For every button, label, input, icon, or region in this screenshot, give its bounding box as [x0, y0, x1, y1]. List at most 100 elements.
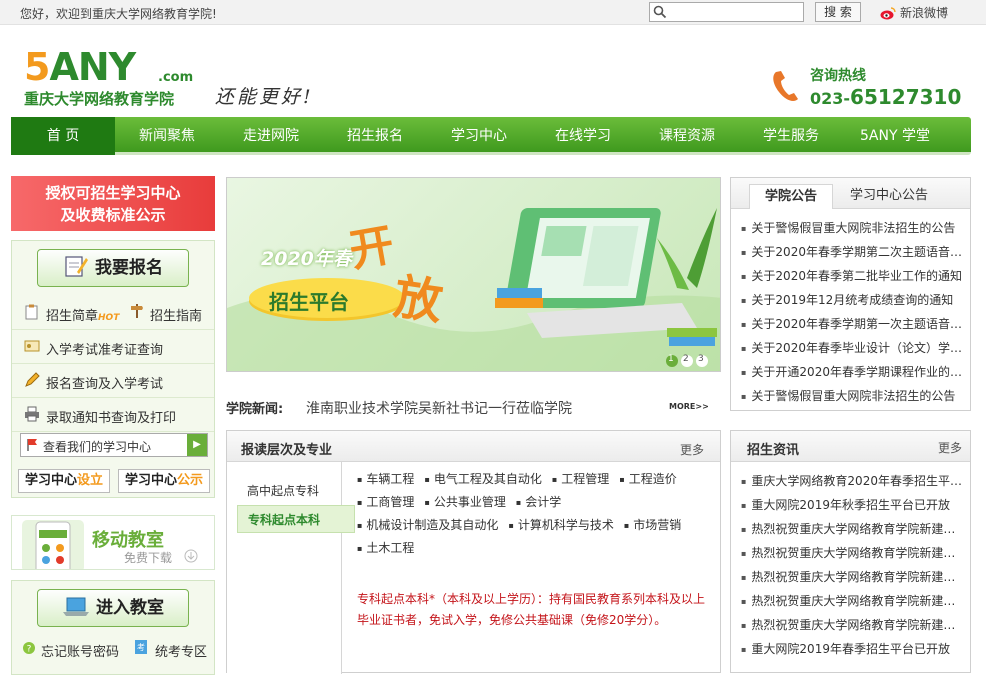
- authorized-centers-banner[interactable]: 授权可招生学习中心 及收费标准公示: [11, 176, 215, 231]
- center-public-b: 公示: [177, 473, 204, 488]
- banner-page-2[interactable]: 2: [683, 354, 689, 364]
- brochure-link[interactable]: 招生简章HOT: [46, 305, 119, 324]
- major-item[interactable]: 工程造价: [619, 472, 676, 486]
- signup-button[interactable]: 我要报名: [37, 249, 189, 287]
- banner-platform: 招生平台: [269, 290, 349, 314]
- nav-student-services[interactable]: 学生服务: [739, 117, 843, 155]
- view-centers-dropdown[interactable]: 查看我们的学习中心 ▶: [20, 433, 208, 457]
- logo-school-name: 重庆大学网络教育学院: [24, 90, 175, 108]
- notice-item[interactable]: 关于2019年12月统考成绩查询的通知: [741, 288, 969, 312]
- banner-page-1[interactable]: 1: [668, 354, 674, 364]
- help-icon: ?: [23, 642, 35, 655]
- major-item[interactable]: 车辆工程: [357, 472, 414, 486]
- banner-page-3[interactable]: 3: [698, 354, 704, 364]
- hotline-prefix: 023-: [810, 89, 851, 108]
- college-news-ticker: 学院新闻: 淮南职业技术学院吴新社书记一行莅临学院 MORE>>: [226, 398, 721, 418]
- recruit-item[interactable]: 热烈祝贺重庆大学网络教育学院新建…: [741, 613, 969, 637]
- nav-online-learning[interactable]: 在线学习: [531, 117, 635, 155]
- notice-item[interactable]: 关于2020年春季学期第二次主题语音…: [741, 240, 969, 264]
- level-college-to-bachelor[interactable]: 专科起点本科: [237, 505, 355, 533]
- college-news-headline[interactable]: 淮南职业技术学院吴新社书记一行莅临学院: [306, 398, 572, 418]
- enter-classroom-button[interactable]: 进入教室: [37, 589, 189, 627]
- tab-college-notice[interactable]: 学院公告: [749, 184, 833, 209]
- center-public-button[interactable]: 学习中心公示: [118, 469, 210, 493]
- center-setup-button[interactable]: 学习中心设立: [18, 469, 110, 493]
- tab-center-notice[interactable]: 学习中心公告: [839, 184, 939, 209]
- flag-icon: [27, 439, 37, 451]
- admit-ticket-link: 入学考试准考证查询: [46, 343, 164, 358]
- id-card-icon: [24, 340, 40, 352]
- guide-link[interactable]: 招生指南: [150, 305, 202, 324]
- recruit-item[interactable]: 重大网院2019年春季招生平台已开放: [741, 637, 969, 661]
- hero-banner[interactable]: 2020年春 招生平台 开 放 1 2 3: [226, 177, 721, 372]
- center-setup-b: 设立: [77, 473, 104, 488]
- clipboard-icon: [25, 304, 38, 320]
- major-item[interactable]: 土木工程: [357, 541, 414, 555]
- major-item[interactable]: 机械设计制造及其自动化: [357, 518, 498, 532]
- notice-item[interactable]: 关于警惕假冒重大网院非法招生的公告: [741, 384, 969, 408]
- major-item[interactable]: 计算机科学与技术: [508, 518, 613, 532]
- nav-about[interactable]: 走进网院: [219, 117, 323, 155]
- college-news-label: 学院新闻:: [226, 402, 284, 417]
- nav-enroll[interactable]: 招生报名: [323, 117, 427, 155]
- college-news-more[interactable]: MORE>>: [669, 402, 709, 411]
- laptop-icon: [63, 597, 89, 616]
- weibo-link[interactable]: 新浪微博: [880, 4, 948, 21]
- recruit-item[interactable]: 热烈祝贺重庆大学网络教育学院新建…: [741, 565, 969, 589]
- major-item[interactable]: 公共事业管理: [424, 495, 505, 509]
- svg-text:?: ?: [27, 645, 32, 655]
- exam-zone-link[interactable]: 统考专区: [155, 641, 207, 660]
- phone-image: [22, 520, 84, 569]
- arrow-right-icon: ▶: [187, 434, 207, 456]
- signup-label: 我要报名: [95, 258, 163, 278]
- nav-home[interactable]: 首 页: [11, 117, 115, 155]
- major-item[interactable]: 会计学: [516, 495, 561, 509]
- recruit-item[interactable]: 热烈祝贺重庆大学网络教育学院新建…: [741, 517, 969, 541]
- notice-item[interactable]: 关于开通2020年春季学期课程作业的…: [741, 360, 969, 384]
- recruit-item[interactable]: 热烈祝贺重庆大学网络教育学院新建…: [741, 589, 969, 613]
- search-input[interactable]: [670, 4, 800, 20]
- major-item[interactable]: 工程管理: [552, 472, 609, 486]
- center-public-a: 学习中心: [124, 473, 177, 488]
- pencil-icon: [25, 372, 40, 387]
- main-nav: 首 页 新闻聚焦 走进网院 招生报名 学习中心 在线学习 课程资源 学生服务 5…: [11, 117, 971, 155]
- major-item[interactable]: 电气工程及其自动化: [424, 472, 541, 486]
- notice-query-row[interactable]: 录取通知书查询及打印: [12, 398, 214, 432]
- recruit-item[interactable]: 重大网院2019年秋季招生平台已开放: [741, 493, 969, 517]
- weibo-icon: [880, 7, 896, 20]
- notice-item[interactable]: 关于警惕假冒重大网院非法招生的公告: [741, 216, 969, 240]
- welcome-text: 您好，欢迎到重庆大学网络教育学院!: [20, 7, 217, 21]
- nav-study-center[interactable]: 学习中心: [427, 117, 531, 155]
- slogan: 还能更好!: [215, 86, 314, 108]
- banner-year: 2020年春: [261, 248, 352, 270]
- nav-news[interactable]: 新闻聚焦: [115, 117, 219, 155]
- nav-5any-hall[interactable]: 5ANY 学堂: [843, 117, 947, 155]
- recruit-item[interactable]: 重庆大学网络教育2020年春季招生平…: [741, 469, 969, 493]
- majors-more-link[interactable]: 更多: [680, 441, 704, 458]
- major-item[interactable]: 工商管理: [357, 495, 414, 509]
- weibo-label: 新浪微博: [900, 6, 949, 20]
- forgot-password-link[interactable]: 忘记账号密码: [41, 641, 119, 660]
- notice-item[interactable]: 关于2020年春季学期第一次主题语音…: [741, 312, 969, 336]
- svg-text:考: 考: [137, 643, 145, 652]
- recruit-more-link[interactable]: 更多: [938, 439, 962, 456]
- search-box[interactable]: [649, 2, 804, 22]
- nav-course-resources[interactable]: 课程资源: [635, 117, 739, 155]
- major-item[interactable]: 市场营销: [624, 518, 681, 532]
- notice-item[interactable]: 关于2020年春季第二批毕业工作的通知: [741, 264, 969, 288]
- level-highschool-to-college[interactable]: 高中起点专科: [237, 477, 355, 505]
- site-logo[interactable]: 5ANY .com 重庆大学网络教育学院: [24, 48, 193, 109]
- recruit-item[interactable]: 热烈祝贺重庆大学网络教育学院新建…: [741, 541, 969, 565]
- view-centers-label: 查看我们的学习中心: [43, 440, 152, 454]
- notepad-icon: [65, 256, 88, 277]
- search-button[interactable]: 搜 索: [815, 2, 861, 22]
- printer-icon: [25, 406, 39, 422]
- level-note: 专科起点本科*（本科及以上学历）：持有国民教育系列本科及以上毕业证书者，免试入学…: [357, 592, 706, 627]
- free-download-label: 免费下载: [124, 551, 173, 565]
- admit-ticket-row[interactable]: 入学考试准考证查询: [12, 330, 214, 364]
- center-setup-a: 学习中心: [24, 473, 77, 488]
- notice-item[interactable]: 关于2020年春季毕业设计（论文）学…: [741, 336, 969, 360]
- signup-query-row[interactable]: 报名查询及入学考试: [12, 364, 214, 398]
- mobile-classroom-banner[interactable]: 移动教室 免费下载: [11, 515, 215, 570]
- brochure-label: 招生简章: [46, 309, 99, 324]
